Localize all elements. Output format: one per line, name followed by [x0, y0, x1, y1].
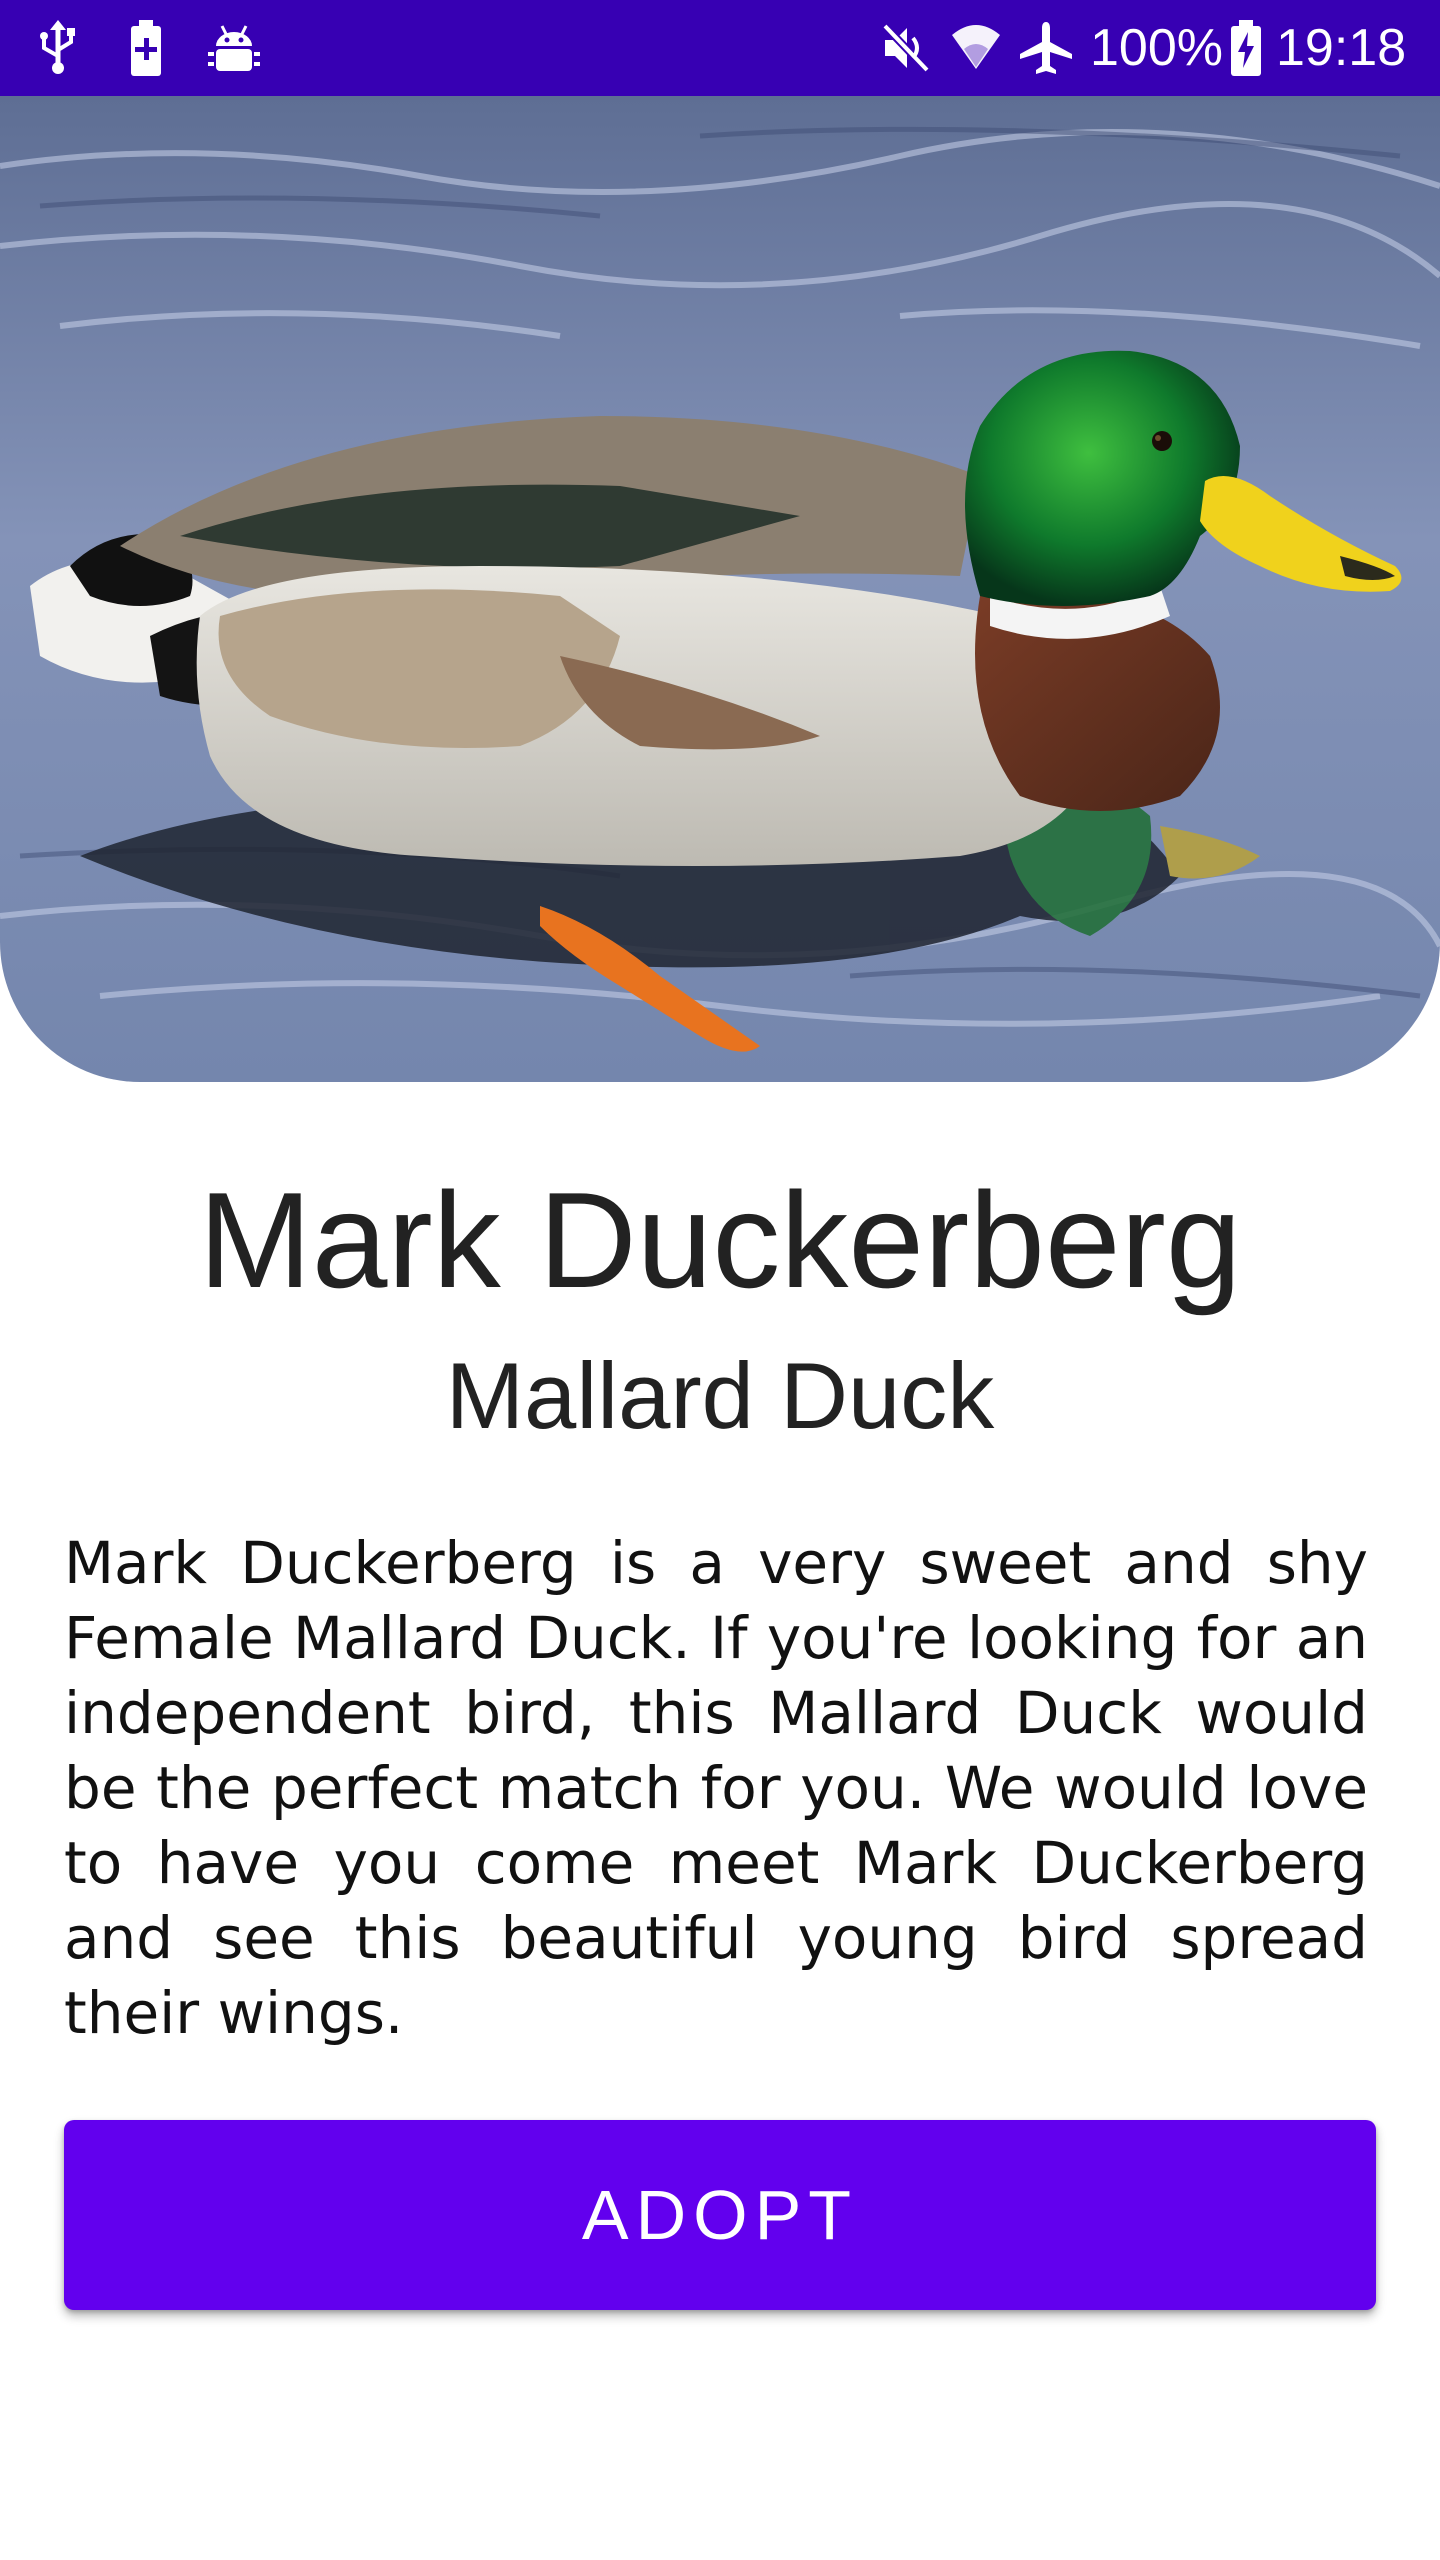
vibrate-mute-icon — [880, 18, 932, 78]
pet-description: Mark Duckerberg is a very sweet and shy … — [64, 1529, 1368, 2047]
battery-icon — [1228, 18, 1264, 78]
usb-icon — [34, 18, 82, 78]
pet-photo — [0, 96, 1440, 1082]
wifi-icon — [948, 18, 1004, 78]
airplane-mode-icon — [1016, 18, 1076, 78]
status-bar: 100% 19:18 — [0, 0, 1440, 96]
battery-saver-icon — [126, 18, 166, 78]
pet-breed: Mallard Duck — [445, 1343, 995, 1448]
adopt-button[interactable]: ADOPT — [64, 2120, 1376, 2310]
pet-detail-screen: 100% 19:18 Mark Duckerberg Mallard Duck … — [0, 0, 1440, 2560]
battery-percent: 100% — [1090, 19, 1223, 77]
pet-name: Mark Duckerberg — [198, 1164, 1242, 1316]
android-debug-icon — [206, 18, 262, 78]
status-time: 19:18 — [1276, 19, 1407, 77]
